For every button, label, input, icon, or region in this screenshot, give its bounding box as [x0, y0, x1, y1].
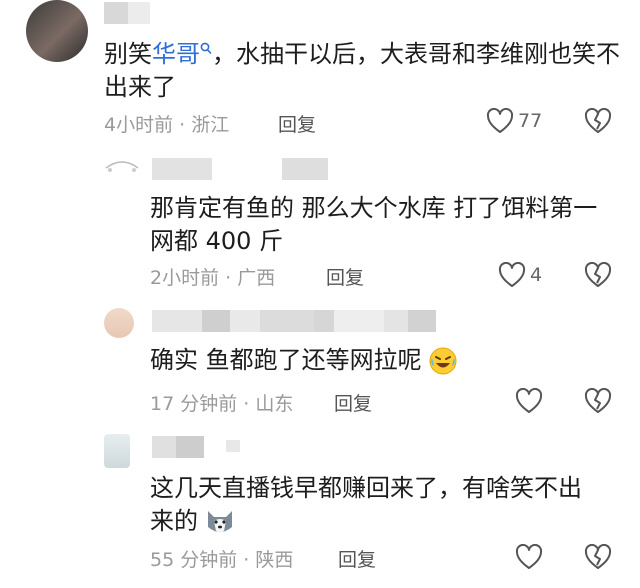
dislike-button[interactable] — [584, 544, 612, 570]
username-blurred[interactable] — [104, 2, 150, 24]
heart-icon — [515, 544, 543, 570]
dislike-button[interactable] — [584, 388, 612, 414]
comment-text: 那肯定有鱼的 那么大个水库 打了饵料第一网都 400 斤 — [150, 194, 598, 255]
broken-heart-icon — [584, 544, 612, 570]
reply-button[interactable]: 回复 — [278, 110, 316, 137]
comment-meta: 4小时前 · 浙江 — [104, 114, 230, 136]
reply-button[interactable]: 回复 — [338, 545, 376, 572]
like-button[interactable] — [515, 388, 547, 414]
comment-meta: 2小时前 · 广西 — [150, 267, 276, 289]
comment-item: 那肯定有鱼的 那么大个水库 打了饵料第一网都 400 斤 2小时前 · 广西 回… — [0, 152, 640, 292]
heart-icon — [515, 388, 543, 414]
like-count: 4 — [530, 264, 543, 286]
like-button[interactable] — [515, 544, 547, 570]
comment-meta: 17 分钟前 · 山东 — [150, 393, 294, 415]
heart-icon — [498, 262, 526, 288]
username-blurred[interactable] — [152, 436, 204, 458]
username-blurred — [282, 158, 328, 180]
like-count: 77 — [518, 110, 543, 132]
mention-link[interactable]: 华哥 — [152, 40, 200, 68]
username-blurred[interactable] — [152, 158, 212, 180]
dislike-button[interactable] — [584, 262, 612, 288]
comment-item: 这几天直播钱早都赚回来了，有啥笑不出来的 55 分钟前 · 陕西 回复 — [0, 430, 640, 588]
avatar[interactable] — [26, 0, 88, 62]
dislike-button[interactable] — [584, 108, 612, 134]
search-icon[interactable] — [200, 42, 212, 56]
comment-text: 这几天直播钱早都赚回来了，有啥笑不出来的 — [150, 474, 582, 537]
avatar[interactable] — [104, 308, 134, 338]
comment-text: 确实 鱼都跑了还等网拉呢 — [150, 344, 620, 377]
username-blurred[interactable] — [152, 310, 384, 332]
comment-item: 确实 鱼都跑了还等网拉呢 17 分钟前 · 山东 回复 — [0, 304, 640, 424]
rolling-laughing-emoji — [428, 346, 458, 376]
reply-button[interactable]: 回复 — [334, 389, 372, 416]
comment-meta: 55 分钟前 · 陕西 — [150, 549, 294, 571]
broken-heart-icon — [584, 262, 612, 288]
husky-dog-emoji — [204, 507, 236, 537]
like-button[interactable]: 4 — [498, 262, 542, 288]
comment-item: 别笑华哥 ，水抽干以后，大表哥和李维刚也笑不出来了 4小时前 · 浙江 回复 7… — [0, 0, 640, 150]
broken-heart-icon — [584, 108, 612, 134]
heart-icon — [486, 108, 514, 134]
like-button[interactable]: 77 — [486, 108, 542, 134]
comment-text: 别笑华哥 ，水抽干以后，大表哥和李维刚也笑不出来了 — [104, 40, 620, 101]
avatar[interactable] — [104, 156, 140, 176]
username-blurred — [384, 310, 436, 332]
username-blurred — [226, 440, 240, 452]
broken-heart-icon — [584, 388, 612, 414]
avatar[interactable] — [104, 434, 130, 468]
reply-button[interactable]: 回复 — [326, 263, 364, 290]
